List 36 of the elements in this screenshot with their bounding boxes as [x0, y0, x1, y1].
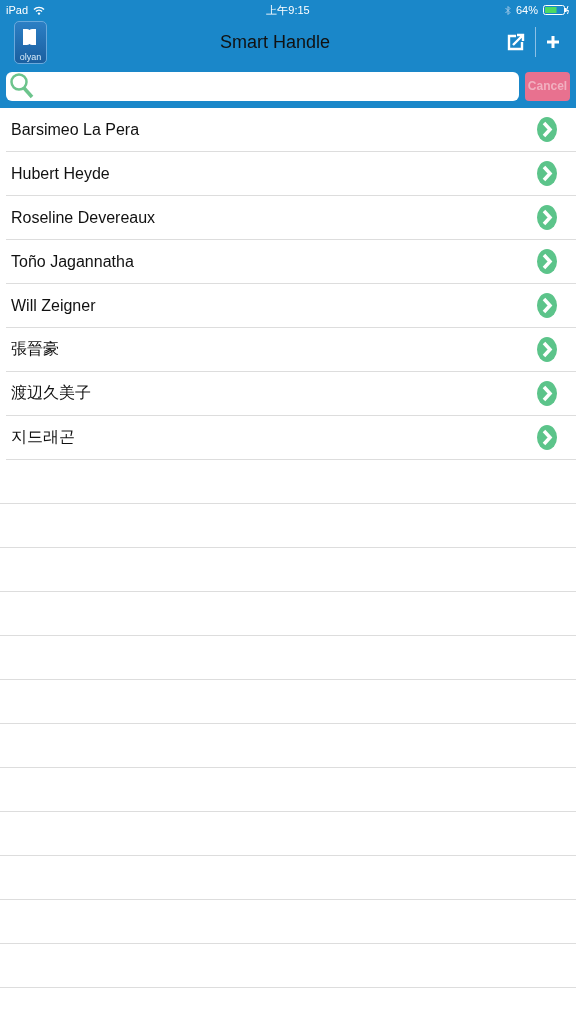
contact-row[interactable]: 張晉豪	[6, 328, 576, 372]
chevron-circle-icon	[537, 337, 557, 362]
contact-name: 渡辺久美子	[11, 383, 91, 403]
search-icon	[10, 73, 34, 99]
status-time: 上午9:15	[266, 2, 310, 18]
bluetooth-icon	[504, 4, 511, 16]
contact-row[interactable]: Toño Jagannatha	[6, 240, 576, 284]
chevron-circle-icon	[537, 249, 557, 274]
chevron-circle-icon	[537, 381, 557, 406]
wifi-icon	[33, 5, 46, 15]
chevron-circle-icon	[537, 117, 557, 142]
search-field[interactable]	[6, 71, 519, 101]
contact-name: Barsimeo La Pera	[11, 120, 140, 139]
contact-name: 지드래곤	[11, 427, 75, 447]
contact-row[interactable]: Will Zeigner	[6, 284, 576, 328]
contact-name: Hubert Heyde	[11, 164, 110, 183]
contact-row[interactable]: Barsimeo La Pera	[6, 108, 576, 152]
battery-icon	[543, 5, 570, 15]
app-logo: olyan	[14, 20, 47, 64]
chevron-circle-icon	[537, 293, 557, 318]
plus-icon	[546, 35, 560, 49]
contact-name: 張晉豪	[11, 339, 59, 359]
screen-title: Smart Handle	[218, 31, 332, 53]
contact-name: Roseline Devereaux	[11, 208, 156, 227]
chevron-circle-icon	[537, 161, 557, 186]
share-icon	[507, 33, 525, 51]
device-name: iPad	[6, 4, 29, 16]
chevron-circle-icon	[537, 205, 557, 230]
contact-name: Will Zeigner	[11, 296, 96, 315]
chevron-circle-icon	[537, 425, 557, 450]
contact-row[interactable]: 지드래곤	[6, 416, 576, 460]
contact-name: Toño Jagannatha	[11, 252, 134, 271]
contact-row[interactable]: 渡辺久美子	[6, 372, 576, 416]
contact-row[interactable]: Hubert Heyde	[6, 152, 576, 196]
battery-percent: 64%	[515, 4, 538, 16]
contact-row[interactable]: Roseline Devereaux	[6, 196, 576, 240]
